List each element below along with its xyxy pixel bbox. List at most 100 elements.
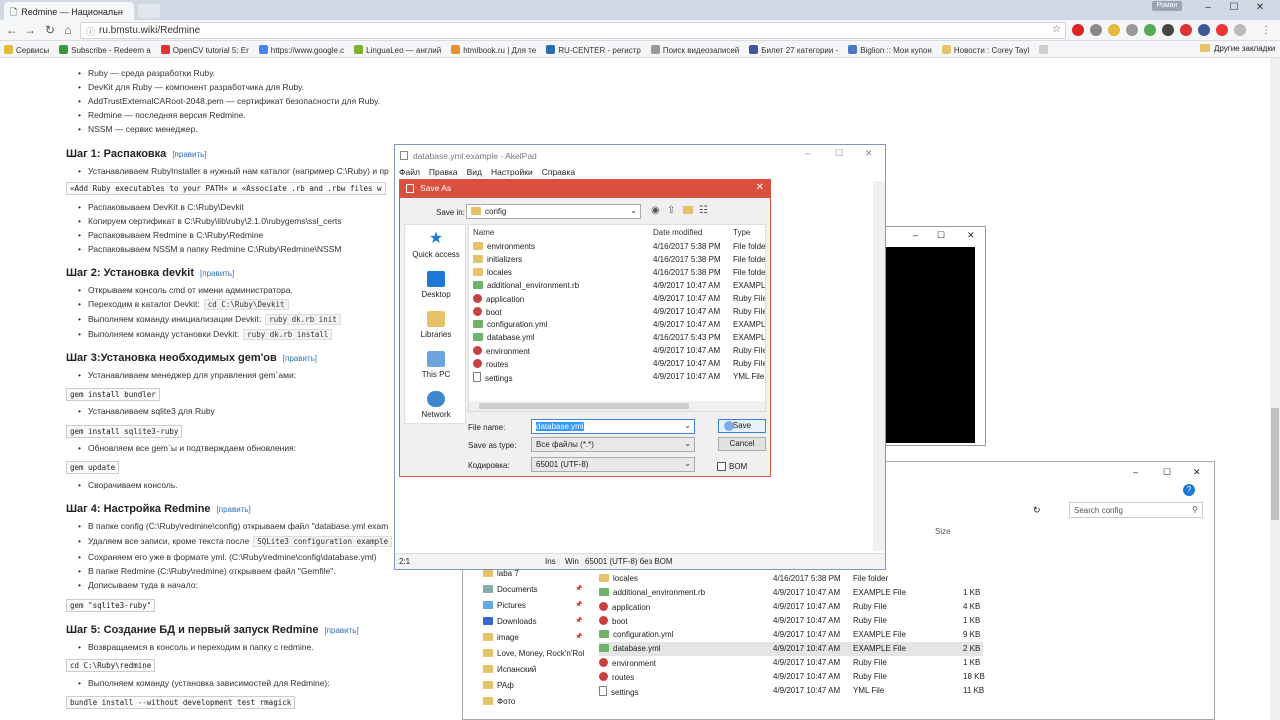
file-row[interactable]: additional_environment.rb 4/9/2017 10:47 …: [469, 280, 765, 293]
reload-icon[interactable]: ↻: [42, 23, 58, 39]
bookmark-item[interactable]: Поиск видеозаписей: [650, 45, 739, 55]
file-row[interactable]: configuration.yml 4/9/2017 10:47 AM EXAMPL…: [469, 319, 765, 332]
home-icon[interactable]: ⌂: [60, 23, 76, 39]
table-row[interactable]: settings 4/9/2017 10:47 AM YML File 11 KB: [599, 684, 1119, 698]
bookmark-item[interactable]: [1039, 45, 1051, 55]
menu-file[interactable]: Файл: [399, 167, 420, 177]
place-libraries[interactable]: Libraries: [405, 311, 467, 339]
close-icon[interactable]: ✕: [756, 182, 764, 193]
file-name-input[interactable]: database.yml ⌄: [531, 419, 695, 434]
edit-link[interactable]: [править]: [200, 269, 234, 278]
bookmark-item[interactable]: Билет 27 категории -: [749, 45, 838, 55]
menu-help[interactable]: Справка: [542, 167, 575, 177]
file-row[interactable]: environment 4/9/2017 10:47 AM Ruby File: [469, 345, 765, 358]
adblock-icon[interactable]: [1180, 24, 1192, 36]
bookmark-ext-icon[interactable]: [1108, 24, 1120, 36]
back-icon[interactable]: ◉: [651, 205, 660, 216]
nav-item[interactable]: Love, Money, Rock'n'Rol: [483, 649, 584, 658]
close-icon[interactable]: ✕: [865, 148, 873, 159]
place-desktop[interactable]: Desktop: [405, 271, 467, 299]
minimize-icon[interactable]: –: [913, 230, 918, 240]
place-quick-access[interactable]: ★ Quick access: [405, 231, 467, 260]
new-folder-icon[interactable]: [683, 206, 693, 214]
encoding-select[interactable]: 65001 (UTF-8) ⌄: [531, 457, 695, 472]
table-row[interactable]: environment 4/9/2017 10:47 AM Ruby File 1 K…: [599, 656, 1119, 670]
column-date[interactable]: Date modified: [653, 228, 702, 237]
page-scrollbar[interactable]: [1270, 58, 1280, 720]
table-row[interactable]: locales 4/16/2017 5:38 PM File folder: [599, 572, 1119, 586]
menu-icon[interactable]: ⋮: [1258, 23, 1274, 39]
table-row[interactable]: application 4/9/2017 10:47 AM Ruby File 4 K…: [599, 600, 1119, 614]
view-menu-icon[interactable]: ☷: [699, 205, 708, 216]
minimize-icon[interactable]: –: [1133, 467, 1138, 477]
scrollbar-thumb[interactable]: [479, 403, 689, 409]
place-network[interactable]: Network: [405, 391, 467, 419]
place-this-pc[interactable]: This PC: [405, 351, 467, 379]
nav-item[interactable]: Documents 📌: [483, 585, 582, 594]
bom-checkbox[interactable]: [717, 462, 726, 471]
table-row[interactable]: boot 4/9/2017 10:47 AM Ruby File 1 KB: [599, 614, 1119, 628]
new-tab-button[interactable]: [138, 4, 160, 18]
file-row[interactable]: settings 4/9/2017 10:47 AM YML File: [469, 371, 765, 384]
column-size[interactable]: Size: [935, 527, 951, 536]
back-icon[interactable]: ←: [4, 23, 20, 39]
menu-settings[interactable]: Настройки: [491, 167, 533, 177]
refresh-icon[interactable]: ↻: [1033, 505, 1041, 516]
bookmark-item[interactable]: RU-CENTER - регистр: [546, 45, 641, 55]
maximize-icon[interactable]: ☐: [937, 230, 945, 241]
close-window-icon[interactable]: ✕: [1240, 0, 1280, 18]
nav-item[interactable]: Downloads 📌: [483, 617, 582, 626]
other-bookmarks[interactable]: Другие закладки: [1200, 44, 1275, 53]
forward-icon[interactable]: →: [22, 23, 38, 39]
menu-edit[interactable]: Правка: [429, 167, 458, 177]
editor-scrollbar[interactable]: [873, 181, 885, 551]
bookmark-item[interactable]: OpenCV tutorial 5: Er: [160, 45, 249, 55]
pocket-icon[interactable]: [1126, 24, 1138, 36]
bookmark-item[interactable]: LinguaLeo — англий: [354, 45, 441, 55]
up-folder-icon[interactable]: ⇧: [667, 205, 675, 216]
nav-item[interactable]: Фото: [483, 697, 515, 706]
nav-item[interactable]: Испанский: [483, 665, 536, 674]
bookmark-item[interactable]: Biglion :: Мои купон: [848, 45, 932, 55]
nav-item[interactable]: image 📌: [483, 633, 582, 642]
opera-icon[interactable]: [1072, 24, 1084, 36]
nav-item[interactable]: laba 7: [483, 569, 519, 578]
save-type-select[interactable]: Все файлы (*.*) ⌄: [531, 437, 695, 452]
file-row[interactable]: environments 4/16/2017 5:38 PM File folder: [469, 241, 765, 254]
youtube-icon[interactable]: [1216, 24, 1228, 36]
column-type[interactable]: Type: [733, 228, 750, 237]
close-icon[interactable]: ✕: [1193, 467, 1201, 478]
file-list[interactable]: Name Date modified Type environments 4/16…: [468, 224, 766, 412]
table-row[interactable]: configuration.yml 4/9/2017 10:47 AM EXAMPL…: [599, 628, 1119, 642]
evernote-icon[interactable]: [1144, 24, 1156, 36]
save-button[interactable]: Save: [718, 419, 766, 433]
file-row[interactable]: boot 4/9/2017 10:47 AM Ruby File: [469, 306, 765, 319]
file-row[interactable]: database.yml4/16/2017 5:43 PMEXAMPLE: [469, 332, 765, 345]
table-row[interactable]: routes 4/9/2017 10:47 AM Ruby File 18 KB: [599, 670, 1119, 684]
table-row-selected[interactable]: database.yml 4/9/2017 10:47 AM EXAMPLE Fil…: [599, 642, 983, 656]
cancel-button[interactable]: Cancel: [718, 437, 766, 451]
bookmark-item[interactable]: htmlbook.ru | Для те: [451, 45, 536, 55]
nav-item[interactable]: Pictures 📌: [483, 601, 582, 610]
menu-view[interactable]: Вид: [467, 167, 482, 177]
ext-icon-gray[interactable]: [1234, 24, 1246, 36]
file-row[interactable]: initializers 4/16/2017 5:38 PM File folder: [469, 254, 765, 267]
maximize-icon[interactable]: ☐: [1163, 467, 1171, 478]
edit-link[interactable]: [править]: [283, 354, 317, 363]
file-row[interactable]: locales 4/16/2017 5:38 PM File folder: [469, 267, 765, 280]
nav-item[interactable]: РАф: [483, 681, 514, 690]
bookmark-item[interactable]: Subscribe - Redeem a: [59, 45, 151, 55]
edit-link[interactable]: [править]: [324, 626, 358, 635]
column-name[interactable]: Name: [473, 228, 494, 237]
search-input[interactable]: Search config ⚲: [1069, 502, 1203, 518]
bookmark-item[interactable]: Сервисы: [4, 45, 49, 55]
help-icon[interactable]: ?: [1183, 484, 1195, 496]
table-row[interactable]: additional_environment.rb 4/9/2017 10:47 …: [599, 586, 1119, 600]
bookmark-item[interactable]: Новости : Corey Tayl: [941, 45, 1029, 55]
user-badge[interactable]: Роман: [1152, 1, 1182, 11]
maximize-icon[interactable]: ☐: [835, 148, 843, 159]
page-scrollbar-thumb[interactable]: [1271, 408, 1279, 520]
file-row[interactable]: routes 4/9/2017 10:47 AM Ruby File: [469, 358, 765, 371]
address-bar[interactable]: ⓘ ru.bmstu.wiki/Redmine ☆: [80, 22, 1066, 39]
vk-icon[interactable]: [1198, 24, 1210, 36]
